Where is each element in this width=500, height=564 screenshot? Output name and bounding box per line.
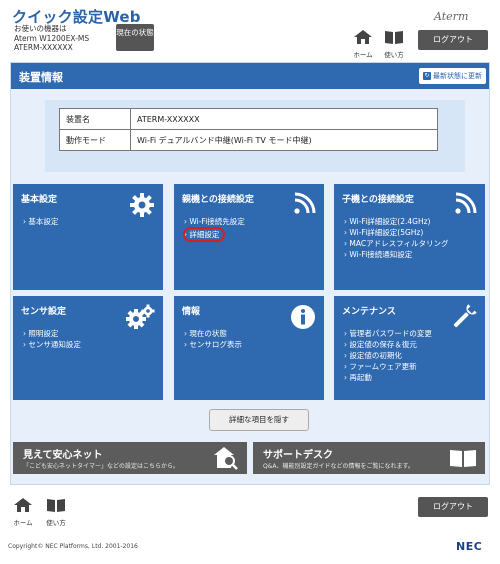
book-icon bbox=[450, 450, 476, 467]
copyright: Copyright© NEC Platforms, Ltd. 2001-2016 bbox=[8, 543, 138, 550]
device-model: Aterm W1200EX-MS bbox=[14, 33, 90, 43]
link-sensor-log[interactable]: センサログ表示 bbox=[184, 339, 242, 350]
hide-details-button[interactable]: 詳細な項目を隠す bbox=[209, 409, 309, 431]
link-light-settings[interactable]: 照明設定 bbox=[23, 328, 81, 339]
device-name: ATERM-XXXXXX bbox=[14, 43, 73, 52]
help-button[interactable]: 使い方 bbox=[382, 29, 406, 59]
device-info: お使いの機器は Aterm W1200EX-MS ATERM-XXXXXX bbox=[14, 24, 89, 53]
table-row: 装置名 ATERM-XXXXXX bbox=[59, 108, 438, 130]
link-wifi-detail-5[interactable]: Wi-Fi詳細設定(5GHz) bbox=[344, 227, 448, 238]
tile-title: 子機との接続設定 bbox=[342, 195, 414, 205]
book-icon bbox=[385, 31, 403, 44]
tile-title: 親機との接続設定 bbox=[182, 195, 254, 205]
info-icon bbox=[291, 305, 315, 329]
tile-sensor-settings: センサ設定 照明設定 センサ通知設定 bbox=[13, 296, 163, 400]
tile-maintenance: メンテナンス 管理者パスワードの変更 設定値の保存＆復元 設定値の初期化 ファー… bbox=[334, 296, 485, 400]
help-label: 使い方 bbox=[46, 519, 66, 527]
tile-title: 基本設定 bbox=[21, 195, 58, 205]
device-info-line: お使いの機器は bbox=[14, 24, 67, 33]
tile-title: メンテナンス bbox=[342, 307, 396, 317]
footer-help-button[interactable]: 使い方 bbox=[44, 497, 68, 527]
link-mac-filtering[interactable]: MACアドレスフィルタリング bbox=[344, 238, 448, 249]
tile-title: センサ設定 bbox=[21, 307, 67, 317]
promo-title: 見えて安心ネット bbox=[23, 450, 103, 461]
home-icon bbox=[14, 498, 32, 512]
link-detail-settings[interactable]: 詳細設定 bbox=[183, 227, 245, 242]
link-admin-password[interactable]: 管理者パスワードの変更 bbox=[344, 328, 432, 339]
footer-logout-button[interactable]: ログアウト bbox=[418, 497, 488, 517]
link-list: 基本設定 bbox=[23, 216, 58, 227]
panel-header: 装置情報 ↻ 最新状態に更新 bbox=[11, 63, 489, 89]
wifi-icon bbox=[455, 192, 477, 214]
info-key: 動作モード bbox=[59, 129, 131, 151]
panel-title: 装置情報 bbox=[19, 71, 63, 84]
link-basic-settings[interactable]: 基本設定 bbox=[23, 216, 58, 227]
gear-icon bbox=[130, 193, 154, 217]
brand-logo: Aterm bbox=[434, 10, 469, 23]
highlight-circle: 詳細設定 bbox=[183, 227, 226, 242]
help-label: 使い方 bbox=[384, 51, 404, 59]
home-button[interactable]: ホーム bbox=[352, 29, 374, 59]
home-label: ホーム bbox=[353, 51, 373, 59]
link-wifi-destination[interactable]: Wi-Fi接続先設定 bbox=[184, 216, 244, 227]
tile-child-connection: 子機との接続設定 Wi-Fi詳細設定(2.4GHz) Wi-Fi詳細設定(5GH… bbox=[334, 184, 485, 290]
link-list: Wi-Fi詳細設定(2.4GHz) Wi-Fi詳細設定(5GHz) MACアドレ… bbox=[344, 216, 448, 260]
tile-basic-settings: 基本設定 基本設定 bbox=[13, 184, 163, 290]
link-current-status[interactable]: 現在の状態 bbox=[184, 328, 242, 339]
promo-title: サポートデスク bbox=[263, 450, 333, 461]
footer-home-button[interactable]: ホーム bbox=[12, 497, 34, 527]
tile-title: 情報 bbox=[182, 307, 201, 317]
link-reset-settings[interactable]: 設定値の初期化 bbox=[344, 350, 432, 361]
info-box: 装置名 ATERM-XXXXXX 動作モード Wi-Fi デュアルバンド中継(W… bbox=[45, 100, 465, 172]
wifi-icon bbox=[294, 192, 316, 214]
promo-anshin-net[interactable]: 見えて安心ネット 「こども安心ネットタイマー」などの設定はこちらから。 bbox=[13, 442, 247, 474]
link-list: 照明設定 センサ通知設定 bbox=[23, 328, 81, 350]
link-sensor-notify[interactable]: センサ通知設定 bbox=[23, 339, 81, 350]
info-value: ATERM-XXXXXX bbox=[130, 108, 438, 130]
nec-logo: NEC bbox=[456, 540, 483, 553]
refresh-button[interactable]: ↻ 最新状態に更新 bbox=[419, 68, 486, 84]
table-row: 動作モード Wi-Fi デュアルバンド中継(Wi-Fi TV モード中継) bbox=[59, 129, 438, 151]
link-reboot[interactable]: 再起動 bbox=[344, 372, 432, 383]
book-icon bbox=[47, 499, 65, 512]
promo-desc: 「こども安心ネットタイマー」などの設定はこちらから。 bbox=[23, 463, 180, 470]
device-info-table: 装置名 ATERM-XXXXXX 動作モード Wi-Fi デュアルバンド中継(W… bbox=[59, 108, 438, 151]
gears-icon bbox=[126, 304, 155, 329]
link-firmware-update[interactable]: ファームウェア更新 bbox=[344, 361, 432, 372]
promo-support-desk[interactable]: サポートデスク Q&A、機能別設定ガイドなどの情報をご覧になれます。 bbox=[253, 442, 485, 474]
link-list: 現在の状態 センサログ表示 bbox=[184, 328, 242, 350]
tile-information: 情報 現在の状態 センサログ表示 bbox=[174, 296, 324, 400]
logout-button[interactable]: ログアウト bbox=[418, 30, 488, 50]
refresh-label: 最新状態に更新 bbox=[433, 72, 482, 80]
link-wifi-notify[interactable]: Wi-Fi接続通知設定 bbox=[344, 249, 448, 260]
current-status-button[interactable]: 現在の状態 bbox=[116, 24, 154, 51]
promo-desc: Q&A、機能別設定ガイドなどの情報をご覧になれます。 bbox=[263, 463, 414, 470]
tile-parent-connection: 親機との接続設定 Wi-Fi接続先設定 詳細設定 bbox=[174, 184, 324, 290]
home-icon bbox=[354, 30, 372, 44]
home-label: ホーム bbox=[13, 519, 33, 527]
device-info-panel: 装置情報 ↻ 最新状態に更新 装置名 ATERM-XXXXXX 動作モード Wi-… bbox=[10, 62, 490, 485]
home-search-icon bbox=[214, 447, 238, 470]
refresh-icon: ↻ bbox=[423, 72, 431, 80]
info-value: Wi-Fi デュアルバンド中継(Wi-Fi TV モード中継) bbox=[130, 129, 438, 151]
wrench-icon bbox=[453, 304, 477, 328]
link-save-restore[interactable]: 設定値の保存＆復元 bbox=[344, 339, 432, 350]
header: クイック設定Web お使いの機器は Aterm W1200EX-MS ATERM… bbox=[0, 0, 500, 59]
link-list: 管理者パスワードの変更 設定値の保存＆復元 設定値の初期化 ファームウェア更新 … bbox=[344, 328, 432, 383]
link-list: Wi-Fi接続先設定 詳細設定 bbox=[183, 216, 245, 242]
link-wifi-detail-24[interactable]: Wi-Fi詳細設定(2.4GHz) bbox=[344, 216, 448, 227]
info-key: 装置名 bbox=[59, 108, 131, 130]
